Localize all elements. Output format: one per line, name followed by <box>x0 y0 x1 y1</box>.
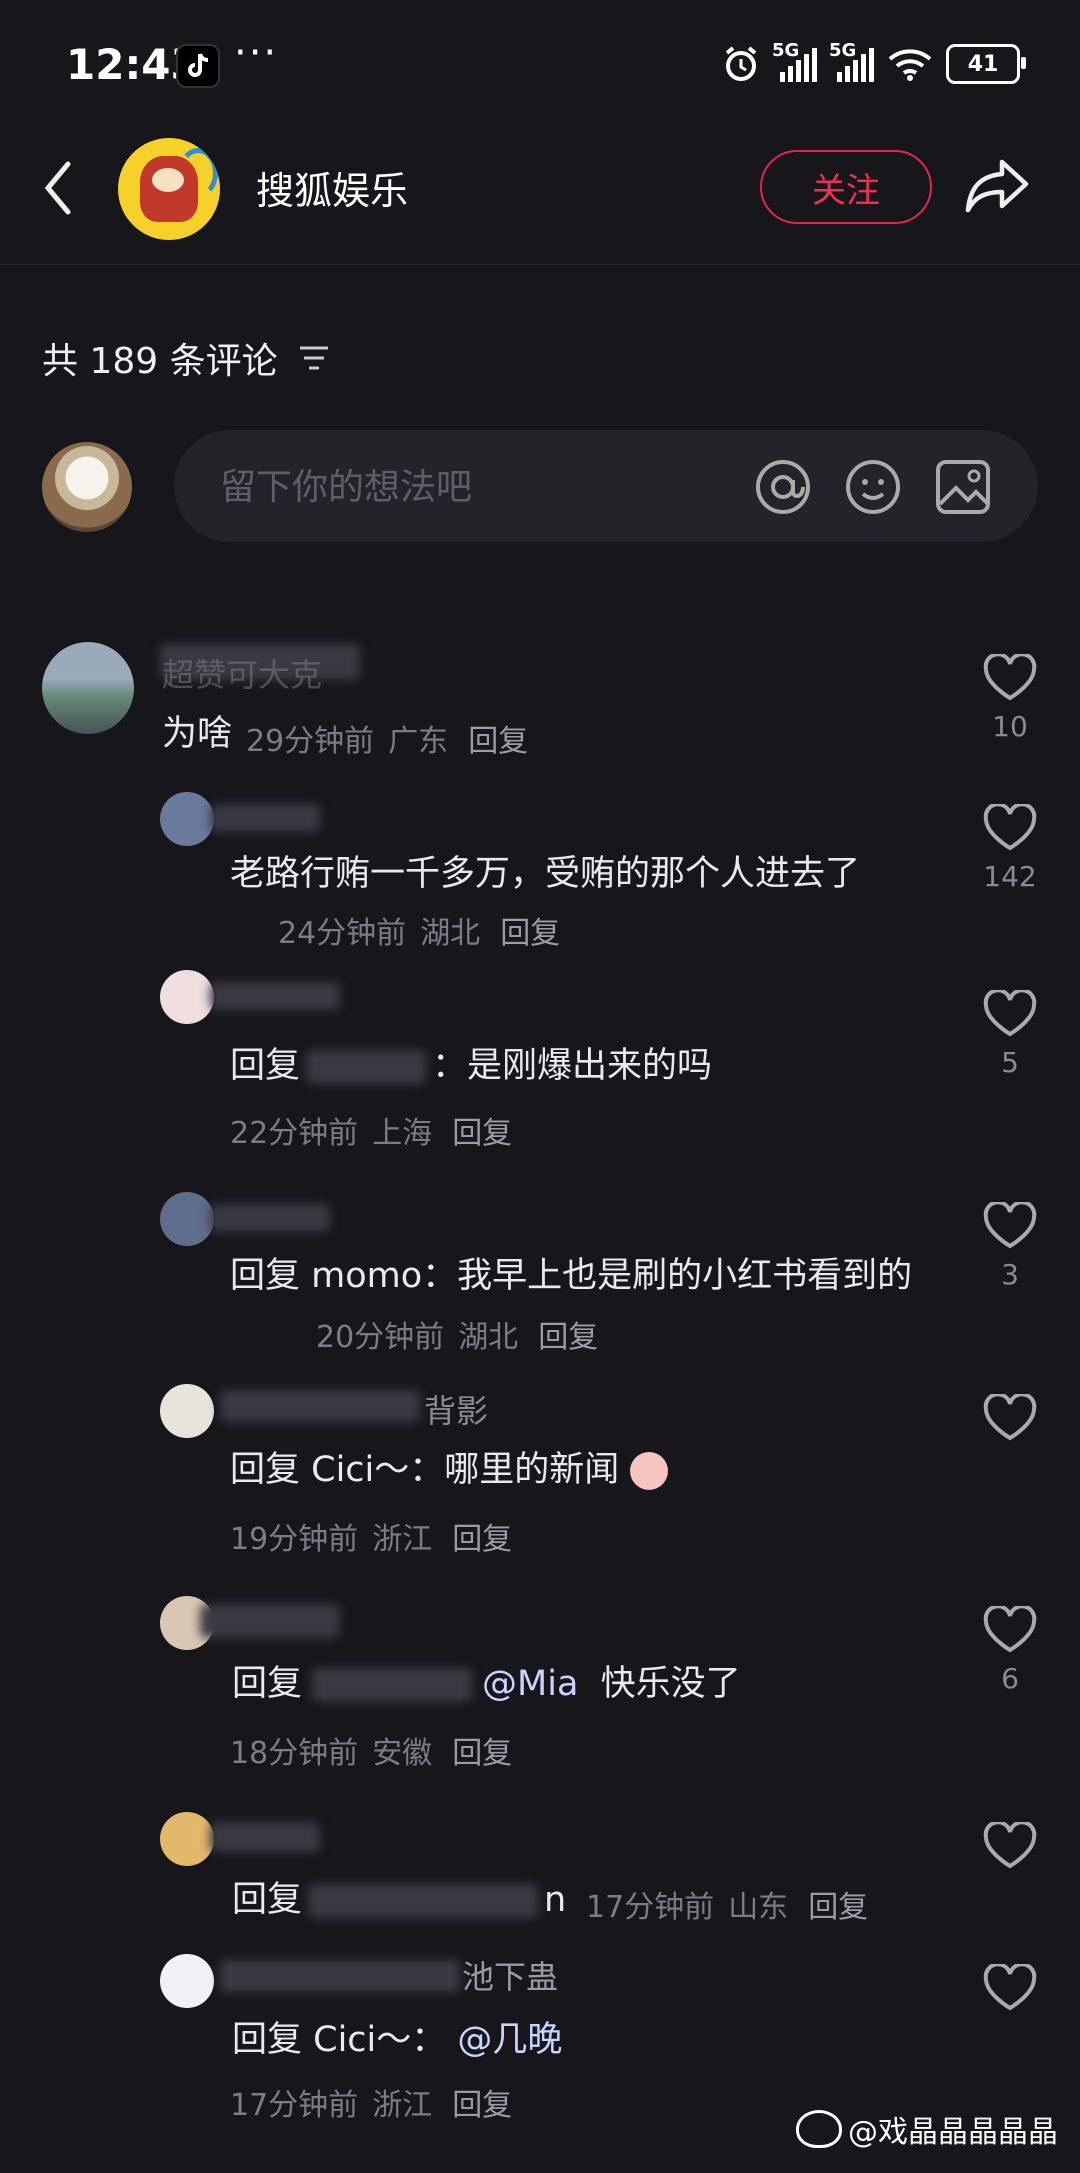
follow-button[interactable]: 关注 <box>760 150 932 224</box>
reply-link[interactable]: 回复 <box>452 1736 512 1771</box>
comment-input[interactable] <box>218 430 742 544</box>
signal-icon-2: 5G <box>829 40 874 82</box>
heart-icon <box>983 1392 1037 1441</box>
system-icons: 5G 5G 41 <box>722 40 1026 84</box>
tiktok-app-icon <box>176 44 220 88</box>
comment-text: 回复 momo：我早上也是刷的小红书看到的 <box>230 1256 913 1296</box>
commenter-avatar[interactable] <box>160 792 214 846</box>
like-count: 6 <box>1001 1662 1019 1695</box>
comment-count: 共 189 条评论 <box>42 332 330 384</box>
share-icon[interactable] <box>964 156 1030 216</box>
heart-icon <box>983 652 1037 701</box>
reply-link[interactable]: 回复 <box>452 2088 512 2123</box>
comment-count-text: 共 189 条评论 <box>42 341 278 382</box>
comment-meta: 20分钟前 湖北 回复 <box>316 1320 599 1355</box>
reply-link[interactable]: 回复 <box>500 916 560 951</box>
commenter-name[interactable]: 池下蛊 <box>462 1952 558 1998</box>
status-bar: 12:43 ··· 5G 5G 41 <box>0 0 1080 130</box>
like-count: 10 <box>992 710 1028 743</box>
commenter-avatar[interactable] <box>160 1812 214 1866</box>
sort-filter-icon[interactable] <box>298 344 330 372</box>
commenter-avatar[interactable] <box>160 1384 214 1438</box>
reply-link[interactable]: 回复 <box>808 1890 868 1925</box>
reply-link[interactable]: 回复 <box>538 1320 598 1355</box>
wifi-icon <box>888 49 932 81</box>
comment-text: 回复 Cici～：哪里的新闻 <box>230 1444 669 1496</box>
comment-meta: 17分钟前 山东 回复 <box>586 1890 869 1925</box>
emoji-icon[interactable] <box>844 458 902 516</box>
emoji-sticker-icon <box>630 1452 669 1490</box>
commenter-avatar[interactable] <box>160 970 214 1024</box>
like-button[interactable] <box>980 1962 1040 2020</box>
watermark: @戏晶晶晶晶晶 <box>796 2107 1058 2151</box>
comment-meta: 18分钟前 安徽 回复 <box>230 1736 513 1771</box>
heart-icon <box>983 988 1037 1037</box>
comment-composer[interactable] <box>174 430 1038 544</box>
comment-meta: 19分钟前 浙江 回复 <box>230 1522 513 1557</box>
heart-icon <box>983 1604 1037 1653</box>
commenter-avatar[interactable] <box>160 1192 214 1246</box>
heart-icon <box>983 802 1037 851</box>
comment-text: 回复 ：是刚爆出来的吗 <box>230 1046 713 1086</box>
like-count: 142 <box>983 860 1037 893</box>
reply-link[interactable]: 回复 <box>452 1116 512 1151</box>
alarm-icon <box>725 46 757 81</box>
reply-link[interactable]: 回复 <box>468 724 528 759</box>
mention-link[interactable]: @几晚 <box>457 2020 562 2060</box>
image-icon[interactable] <box>934 458 992 516</box>
account-avatar[interactable] <box>118 138 220 240</box>
like-button[interactable]: 10 <box>980 652 1040 743</box>
heart-icon <box>983 1962 1037 2011</box>
comment-text: 回复 @Mia 快乐没了 <box>232 1664 741 1704</box>
reply-link[interactable]: 回复 <box>452 1522 512 1557</box>
like-button[interactable]: 3 <box>980 1200 1040 1291</box>
battery-indicator: 41 <box>946 44 1026 84</box>
like-button[interactable]: 142 <box>980 802 1040 893</box>
back-arrow-icon[interactable] <box>42 160 74 216</box>
more-notifications-icon: ··· <box>234 30 279 76</box>
my-avatar <box>42 442 132 532</box>
comment-meta: 29分钟前 广东 回复 <box>246 724 529 759</box>
like-button[interactable]: 6 <box>980 1604 1040 1695</box>
comment-meta: 24分钟前 湖北 回复 <box>278 916 561 951</box>
like-button[interactable]: 5 <box>980 988 1040 1079</box>
comment-text: 回复 Cici～： @几晚 <box>232 2020 563 2060</box>
commenter-avatar[interactable] <box>160 1954 214 2008</box>
mention-link[interactable]: @Mia <box>482 1664 578 1704</box>
like-button[interactable] <box>980 1392 1040 1450</box>
comment-text: 回复 n <box>232 1880 567 1920</box>
signal-icon: 5G <box>772 40 817 82</box>
commenter-name[interactable]: 超赞可大克 <box>162 650 322 696</box>
heart-icon <box>983 1820 1037 1869</box>
top-bar: 搜狐娱乐 关注 <box>0 130 1080 265</box>
mention-icon[interactable] <box>754 458 812 516</box>
comment-meta: 22分钟前 上海 回复 <box>230 1116 513 1151</box>
heart-icon <box>983 1200 1037 1249</box>
comment-text: 老路行贿一千多万，受贿的那个人进去了 <box>230 854 861 894</box>
account-name[interactable]: 搜狐娱乐 <box>256 160 408 215</box>
weibo-logo-icon <box>796 2110 842 2148</box>
commenter-avatar[interactable] <box>42 642 134 734</box>
comment-meta: 17分钟前 浙江 回复 <box>230 2088 513 2123</box>
commenter-name[interactable]: 背影 <box>424 1386 488 1432</box>
like-count: 3 <box>1001 1258 1019 1291</box>
comment-text: 为啥 <box>162 714 233 754</box>
like-button[interactable] <box>980 1820 1040 1878</box>
like-count: 5 <box>1001 1046 1019 1079</box>
